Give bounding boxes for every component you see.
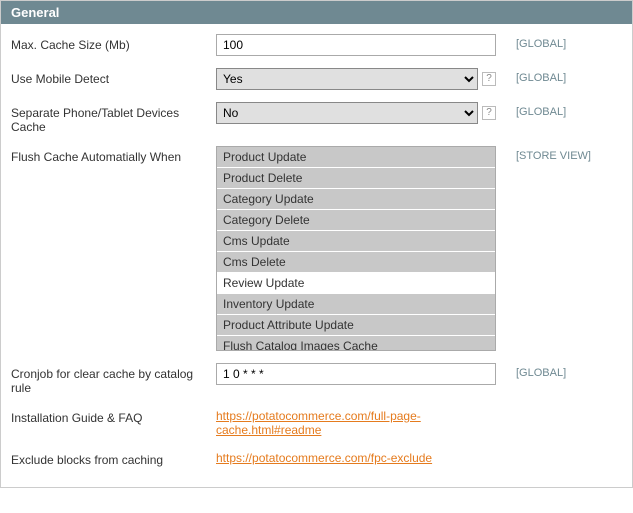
row-separate-cache: Separate Phone/Tablet Devices Cache No ?… — [11, 102, 622, 134]
label-separate-cache: Separate Phone/Tablet Devices Cache — [11, 102, 216, 134]
row-flush-cache: Flush Cache Automatially When Product Up… — [11, 146, 622, 351]
flush-option[interactable]: Review Update — [217, 273, 495, 294]
scope-cronjob: [GLOBAL] — [496, 363, 622, 379]
flush-cache-multiselect[interactable]: Product UpdateProduct DeleteCategory Upd… — [216, 146, 496, 351]
flush-option[interactable]: Category Update — [217, 189, 495, 210]
row-max-cache: Max. Cache Size (Mb) [GLOBAL] — [11, 34, 622, 56]
row-exclude-blocks: Exclude blocks from caching https://pota… — [11, 449, 622, 467]
flush-option[interactable]: Cms Delete — [217, 252, 495, 273]
scope-flush-cache: [STORE VIEW] — [496, 146, 622, 162]
row-install-guide: Installation Guide & FAQ https://potatoc… — [11, 407, 622, 437]
scope-mobile-detect: [GLOBAL] — [496, 68, 622, 84]
separate-cache-select[interactable]: No — [216, 102, 478, 124]
general-panel: General Max. Cache Size (Mb) [GLOBAL] Us… — [0, 0, 633, 488]
cronjob-input[interactable] — [216, 363, 496, 385]
panel-header: General — [1, 1, 632, 24]
flush-option[interactable]: Product Attribute Update — [217, 315, 495, 336]
flush-option[interactable]: Category Delete — [217, 210, 495, 231]
label-max-cache: Max. Cache Size (Mb) — [11, 34, 216, 52]
label-cronjob: Cronjob for clear cache by catalog rule — [11, 363, 216, 395]
panel-body: Max. Cache Size (Mb) [GLOBAL] Use Mobile… — [1, 24, 632, 487]
mobile-detect-select[interactable]: Yes — [216, 68, 478, 90]
label-install-guide: Installation Guide & FAQ — [11, 407, 216, 425]
row-cronjob: Cronjob for clear cache by catalog rule … — [11, 363, 622, 395]
flush-option[interactable]: Inventory Update — [217, 294, 495, 315]
exclude-blocks-link[interactable]: https://potatocommerce.com/fpc-exclude — [216, 451, 432, 465]
install-guide-link[interactable]: https://potatocommerce.com/full-page-cac… — [216, 409, 421, 437]
label-flush-cache: Flush Cache Automatially When — [11, 146, 216, 164]
flush-option[interactable]: Cms Update — [217, 231, 495, 252]
help-icon[interactable]: ? — [482, 106, 496, 120]
row-mobile-detect: Use Mobile Detect Yes ? [GLOBAL] — [11, 68, 622, 90]
flush-option[interactable]: Flush Catalog Images Cache — [217, 336, 495, 351]
flush-option[interactable]: Product Delete — [217, 168, 495, 189]
flush-option[interactable]: Product Update — [217, 147, 495, 168]
scope-max-cache: [GLOBAL] — [496, 34, 622, 50]
help-icon[interactable]: ? — [482, 72, 496, 86]
scope-separate-cache: [GLOBAL] — [496, 102, 622, 118]
max-cache-input[interactable] — [216, 34, 496, 56]
label-mobile-detect: Use Mobile Detect — [11, 68, 216, 86]
label-exclude-blocks: Exclude blocks from caching — [11, 449, 216, 467]
panel-title: General — [11, 5, 59, 20]
